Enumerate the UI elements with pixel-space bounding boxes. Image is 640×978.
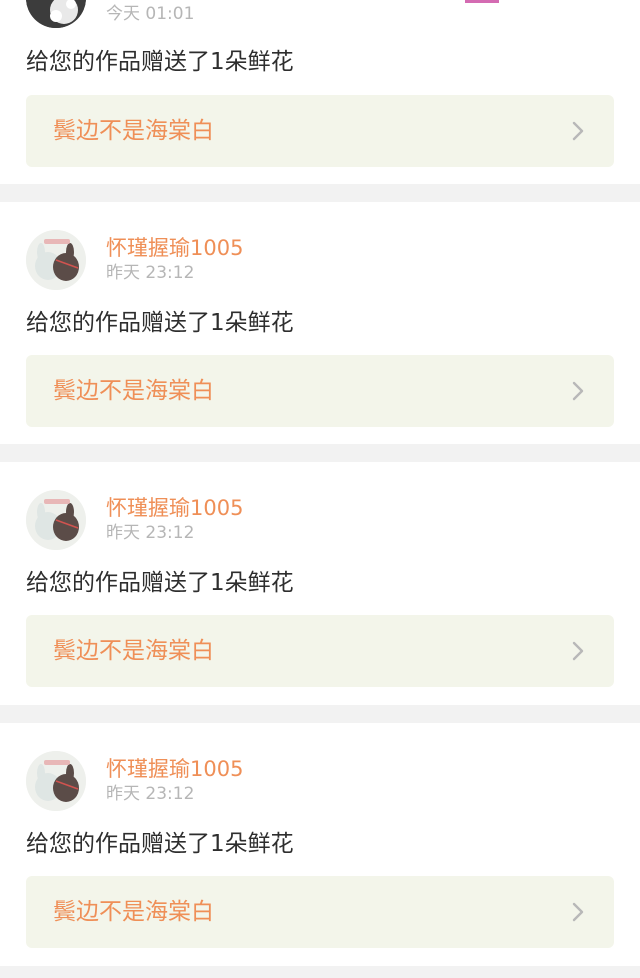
notification-message: 给您的作品赠送了1朵鲜花 — [26, 49, 294, 75]
notification-message: 给您的作品赠送了1朵鲜花 — [26, 310, 294, 336]
bunny-avatar-icon — [26, 751, 86, 811]
chevron-right-icon — [572, 902, 584, 922]
work-title: 鬓边不是海棠白 — [53, 899, 214, 925]
notification-feed: 今天 01:01 给您的作品赠送了1朵鲜花 鬓边不是海棠白 怀瑾握瑜1005 昨… — [0, 0, 640, 978]
work-link[interactable]: 鬓边不是海棠白 — [26, 355, 614, 427]
chevron-right-icon — [572, 381, 584, 401]
avatar[interactable] — [26, 230, 86, 290]
work-title: 鬓边不是海棠白 — [53, 378, 214, 404]
timestamp: 昨天 23:12 — [106, 784, 195, 804]
user-name[interactable]: 怀瑾握瑜1005 — [106, 235, 243, 261]
notification-message: 给您的作品赠送了1朵鲜花 — [26, 570, 294, 596]
notification-card: 怀瑾握瑜1005 昨天 23:12 给您的作品赠送了1朵鲜花 鬓边不是海棠白 — [0, 202, 640, 444]
user-name[interactable]: 怀瑾握瑜1005 — [106, 756, 243, 782]
work-link[interactable]: 鬓边不是海棠白 — [26, 876, 614, 948]
chevron-right-icon — [572, 121, 584, 141]
notification-message: 给您的作品赠送了1朵鲜花 — [26, 831, 294, 857]
bunny-avatar-icon — [26, 230, 86, 290]
timestamp: 昨天 23:12 — [106, 263, 195, 283]
avatar[interactable] — [26, 490, 86, 550]
bunny-avatar-icon — [26, 490, 86, 550]
user-name[interactable]: 怀瑾握瑜1005 — [106, 495, 243, 521]
work-title: 鬓边不是海棠白 — [53, 118, 214, 144]
avatar[interactable] — [26, 751, 86, 811]
vip-badge — [465, 0, 499, 3]
avatar-image-icon — [26, 0, 86, 28]
work-link[interactable]: 鬓边不是海棠白 — [26, 615, 614, 687]
notification-card: 怀瑾握瑜1005 昨天 23:12 给您的作品赠送了1朵鲜花 鬓边不是海棠白 — [0, 723, 640, 966]
timestamp: 昨天 23:12 — [106, 523, 195, 543]
avatar[interactable] — [26, 0, 86, 28]
timestamp: 今天 01:01 — [106, 4, 195, 24]
chevron-right-icon — [572, 641, 584, 661]
notification-card: 怀瑾握瑜1005 昨天 23:12 给您的作品赠送了1朵鲜花 鬓边不是海棠白 — [0, 462, 640, 705]
work-link[interactable]: 鬓边不是海棠白 — [26, 95, 614, 167]
notification-card: 今天 01:01 给您的作品赠送了1朵鲜花 鬓边不是海棠白 — [0, 0, 640, 184]
work-title: 鬓边不是海棠白 — [53, 638, 214, 664]
